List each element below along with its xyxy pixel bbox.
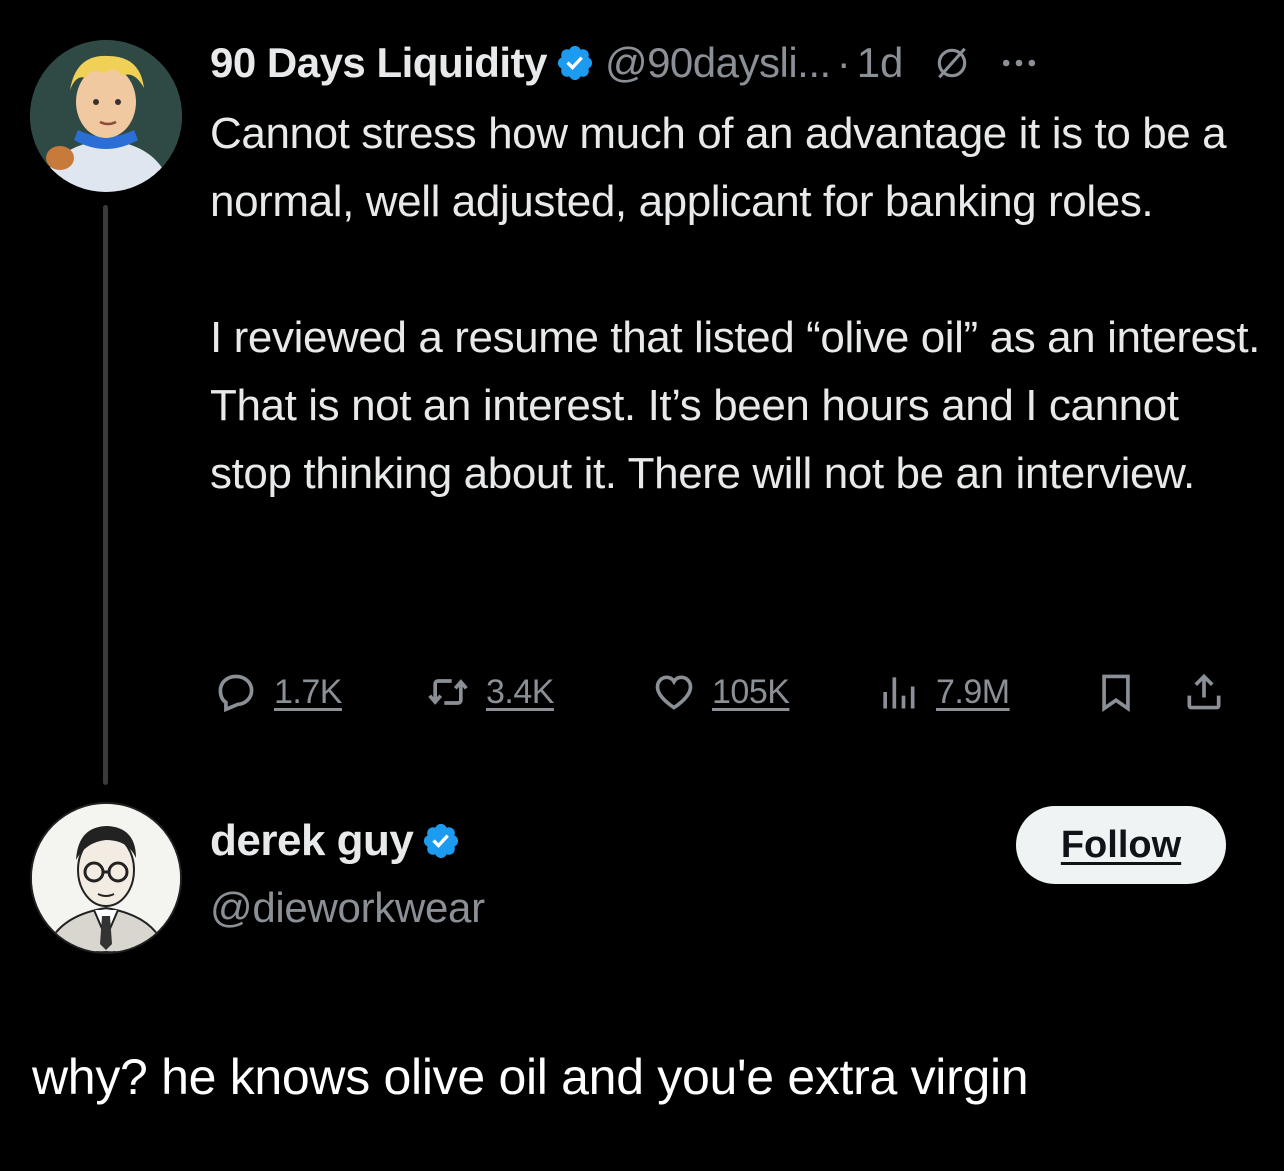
sketch-portrait-image bbox=[32, 804, 180, 952]
tweet-action-bar: 1.7K 3.4K 105K 7.9M bbox=[214, 664, 1254, 720]
tweet-paragraph-1: Cannot stress how much of an advantage i… bbox=[210, 109, 1227, 226]
share-button[interactable] bbox=[1182, 664, 1226, 720]
reply-caption-text: why? he knows olive oil and you'e extra … bbox=[32, 1049, 1029, 1105]
tweet-text: Cannot stress how much of an advantage i… bbox=[210, 100, 1270, 508]
views-count: 7.9M bbox=[936, 672, 1010, 711]
more-icon[interactable] bbox=[997, 41, 1041, 85]
author-display-name[interactable]: 90 Days Liquidity bbox=[210, 39, 547, 87]
verified-badge-icon bbox=[557, 45, 593, 81]
separator-dot: · bbox=[836, 39, 851, 86]
avatar-derek-guy[interactable] bbox=[30, 802, 182, 954]
tweet-timestamp[interactable]: 1d bbox=[857, 39, 904, 87]
grok-icon[interactable] bbox=[933, 44, 971, 82]
like-icon bbox=[655, 675, 693, 710]
reply-author-name-row: derek guy bbox=[210, 816, 471, 866]
retweet-button[interactable]: 3.4K bbox=[426, 664, 554, 720]
follow-button[interactable]: Follow bbox=[1016, 806, 1226, 884]
tweet-paragraph-2: I reviewed a resume that listed “olive o… bbox=[210, 313, 1260, 498]
thread-connector-line bbox=[103, 205, 108, 785]
share-icon bbox=[1187, 673, 1221, 710]
cartoon-avatar-image bbox=[30, 40, 182, 192]
verified-badge-icon bbox=[424, 823, 459, 859]
reply-button[interactable]: 1.7K bbox=[214, 664, 342, 720]
bookmark-icon bbox=[1102, 674, 1130, 712]
reply-author-handle[interactable]: @dieworkwear bbox=[210, 884, 485, 932]
tweet-header: 90 Days Liquidity @90daysli... · 1d bbox=[210, 36, 1041, 90]
views-icon bbox=[883, 677, 915, 709]
avatar-90-days-liquidity[interactable] bbox=[30, 40, 182, 192]
reply-icon bbox=[218, 674, 254, 713]
retweet-icon bbox=[428, 679, 468, 705]
views-button[interactable]: 7.9M bbox=[876, 664, 1010, 720]
reply-count: 1.7K bbox=[274, 672, 342, 711]
like-button[interactable]: 105K bbox=[652, 664, 790, 720]
like-count: 105K bbox=[712, 672, 790, 711]
reply-author-display-name[interactable]: derek guy bbox=[210, 816, 414, 866]
author-handle[interactable]: @90daysli... bbox=[605, 39, 831, 87]
bookmark-button[interactable] bbox=[1094, 664, 1138, 720]
retweet-count: 3.4K bbox=[486, 672, 554, 711]
